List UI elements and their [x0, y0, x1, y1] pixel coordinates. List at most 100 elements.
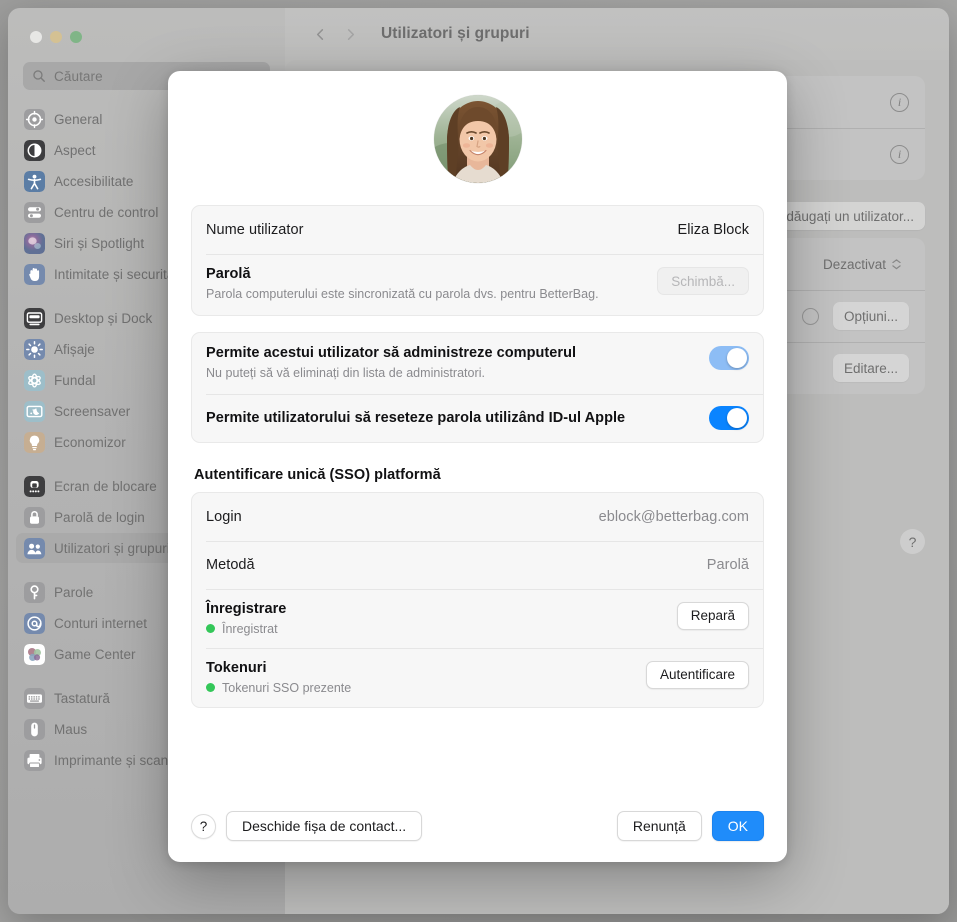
- account-card: Nume utilizator Eliza Block Parolă Parol…: [191, 205, 764, 316]
- sso-registration-status-text: Înregistrat: [222, 621, 278, 636]
- sidebar-item-label: General: [54, 111, 103, 127]
- chevron-left-icon[interactable]: [305, 19, 335, 49]
- options-button[interactable]: Opțiuni...: [832, 302, 909, 330]
- permissions-card: Permite acestui utilizator să administre…: [191, 331, 764, 443]
- reset-password-permission-toggle[interactable]: [709, 405, 749, 430]
- cancel-button[interactable]: Renunță: [616, 811, 702, 841]
- maximize-button[interactable]: [70, 31, 82, 43]
- open-contact-card-button[interactable]: Deschide fișa de contact...: [226, 811, 423, 841]
- sidebar-item-label: Tastatură: [54, 690, 110, 706]
- printers-scanners-icon: [24, 749, 45, 771]
- admin-permission-label: Permite acestui utilizator să administre…: [206, 344, 577, 361]
- users-groups-icon: [24, 537, 45, 559]
- chevron-right-icon[interactable]: [335, 19, 365, 49]
- admin-permission-sub: Nu puteți să vă eliminați din lista de a…: [206, 365, 485, 380]
- sso-method-label: Metodă: [206, 556, 255, 573]
- avatar-area: [191, 71, 764, 205]
- search-icon: [32, 69, 46, 83]
- gear-icon: [24, 108, 45, 130]
- sidebar-item-label: Parolă de login: [54, 509, 145, 525]
- passwords-key-icon: [24, 581, 45, 603]
- wallpaper-icon: [24, 369, 45, 391]
- page-title: Utilizatori și grupuri: [381, 25, 530, 42]
- sidebar-item-label: Fundal: [54, 372, 96, 388]
- sidebar-item-label: Aspect: [54, 142, 96, 158]
- game-center-icon: [24, 643, 45, 665]
- search-placeholder: Căutare: [54, 68, 103, 84]
- sidebar-item-label: Centru de control: [54, 204, 159, 220]
- add-user-button[interactable]: Adăugați un utilizator...: [766, 202, 925, 230]
- internet-accounts-icon: [24, 612, 45, 634]
- sso-repair-button[interactable]: Repară: [676, 601, 749, 630]
- password-label: Parolă: [206, 266, 251, 282]
- screensaver-icon: [24, 400, 45, 422]
- mouse-icon: [24, 718, 45, 740]
- edit-button[interactable]: Editare...: [832, 354, 909, 382]
- sso-registration-row: Înregistrare Înregistrat Repară: [192, 588, 763, 648]
- sso-registration-label: Înregistrare: [206, 600, 287, 617]
- displays-icon: [24, 338, 45, 360]
- sheet-scroll-area: Nume utilizator Eliza Block Parolă Parol…: [168, 71, 787, 790]
- sidebar-item-label: Economizor: [54, 434, 126, 450]
- sso-method-row: Metodă Parolă: [192, 540, 763, 589]
- ok-button[interactable]: OK: [711, 811, 764, 841]
- sso-tokens-label: Tokenuri: [206, 659, 267, 676]
- guest-user-value: Dezactivat: [822, 256, 886, 272]
- username-value: Eliza Block: [677, 222, 749, 238]
- chevron-updown-icon: [892, 258, 901, 270]
- accessibility-icon: [24, 170, 45, 192]
- sidebar-item-label: Conturi internet: [54, 615, 148, 631]
- username-row: Nume utilizator Eliza Block: [192, 206, 763, 254]
- sso-login-row: Login eblock@betterbag.com: [192, 493, 763, 541]
- admin-permission-toggle[interactable]: [709, 345, 749, 370]
- sso-authenticate-button[interactable]: Autentificare: [645, 660, 749, 689]
- password-row: Parolă Parola computerului este sincroni…: [192, 254, 763, 315]
- control-center-icon: [24, 201, 45, 223]
- appearance-icon: [24, 139, 45, 161]
- password-description: Parola computerului este sincronizată cu…: [206, 287, 599, 301]
- sso-card: Login eblock@betterbag.com Metodă Parolă…: [191, 491, 764, 708]
- sso-method-value: Parolă: [706, 556, 749, 573]
- sso-login-label: Login: [206, 508, 242, 525]
- sheet-footer: ? Deschide fișa de contact... Renunță OK: [168, 790, 787, 862]
- user-detail-sheet: Nume utilizator Eliza Block Parolă Parol…: [168, 71, 787, 862]
- sso-section-heading: Autentificare unică (SSO) platformă: [194, 466, 441, 483]
- sso-tokens-status-text: Tokenuri SSO prezente: [222, 680, 352, 695]
- info-circle-icon[interactable]: i: [890, 144, 909, 164]
- minimize-button[interactable]: [50, 31, 62, 43]
- login-password-icon: [24, 506, 45, 528]
- sidebar-item-label: Game Center: [54, 646, 136, 662]
- sidebar-item-label: Siri și Spotlight: [54, 235, 145, 251]
- sidebar-item-label: Ecran de blocare: [54, 478, 157, 494]
- avatar[interactable]: [433, 95, 522, 183]
- guest-user-popup[interactable]: Dezactivat: [813, 250, 909, 278]
- sidebar-item-label: Parole: [54, 584, 94, 600]
- siri-icon: [24, 232, 45, 254]
- status-dot-green: [206, 683, 215, 693]
- desktop-dock-icon: [24, 307, 45, 329]
- info-circle-icon[interactable]: i: [890, 92, 909, 112]
- reset-password-permission-row: Permite utilizatorului să reseteze parol…: [192, 393, 763, 442]
- lock-screen-icon: [24, 475, 45, 497]
- sidebar-item-label: Utilizatori și grupuri: [54, 540, 170, 556]
- sso-tokens-row: Tokenuri Tokenuri SSO prezente Autentifi…: [192, 647, 763, 707]
- admin-permission-row: Permite acestui utilizator să administre…: [192, 333, 763, 394]
- sidebar-item-label: Desktop și Dock: [54, 310, 153, 326]
- sidebar-item-label: Accesibilitate: [54, 173, 134, 189]
- sidebar-item-label: Screensaver: [54, 403, 131, 419]
- change-password-button[interactable]: Schimbă...: [657, 267, 749, 295]
- pane-help-button[interactable]: ?: [900, 529, 925, 554]
- close-button[interactable]: [30, 31, 42, 43]
- toggle-knob: [727, 407, 747, 428]
- sidebar-item-label: Intimitate și securitate: [54, 266, 186, 282]
- toolbar: Utilizatori și grupuri: [285, 8, 949, 60]
- toggle-knob: [727, 347, 747, 368]
- radio-icon[interactable]: [801, 307, 819, 325]
- help-button[interactable]: ?: [191, 813, 216, 839]
- keyboard-icon: [24, 687, 45, 709]
- sso-registration-status: Înregistrat: [206, 622, 665, 636]
- energy-saver-icon: [24, 431, 45, 453]
- status-dot-green: [206, 624, 215, 634]
- sso-tokens-status: Tokenuri SSO prezente: [206, 681, 634, 695]
- privacy-hand-icon: [24, 263, 45, 285]
